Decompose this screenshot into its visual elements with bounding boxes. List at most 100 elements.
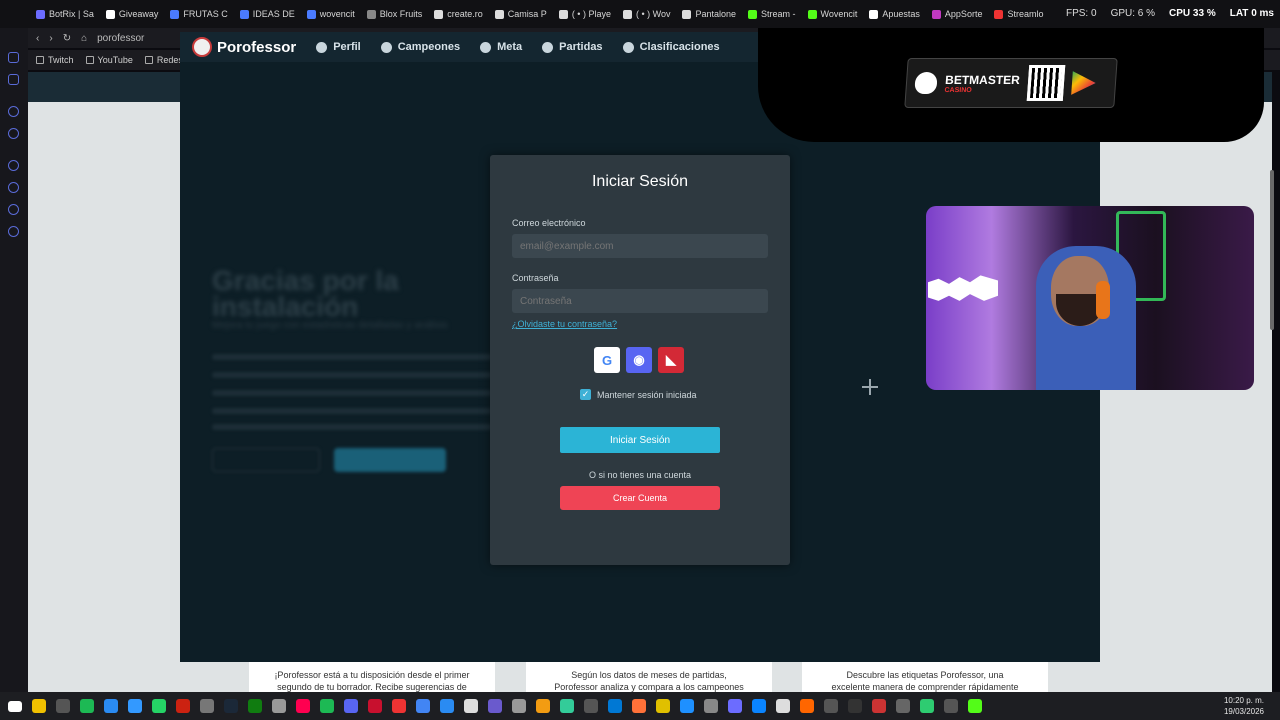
taskbar-app-icon[interactable] [608, 699, 622, 713]
taskbar-app-icon[interactable] [272, 699, 286, 713]
play-icon[interactable] [8, 160, 19, 171]
headphones [1096, 281, 1110, 319]
taskbar-app-icon[interactable] [512, 699, 526, 713]
porofessor-logo[interactable]: Porofessor [192, 37, 296, 57]
latency-stat: LAT 0 ms [1229, 8, 1274, 19]
browser-tab[interactable]: Pantalone [676, 0, 742, 28]
taskbar-app-icon[interactable] [680, 699, 694, 713]
taskbar-app-icon[interactable] [416, 699, 430, 713]
taskbar-app-icon[interactable] [920, 699, 934, 713]
windows-start-icon[interactable] [8, 700, 22, 712]
taskbar-app-icon[interactable] [104, 699, 118, 713]
perf-stats: FPS: 0 GPU: 6 % CPU 33 % LAT 0 ms [1066, 8, 1274, 19]
bookmark-icon [36, 56, 44, 64]
browser-tab[interactable]: ( • ) Playe [553, 0, 617, 28]
login-button[interactable]: Iniciar Sesión [560, 427, 720, 453]
create-account-button[interactable]: Crear Cuenta [560, 486, 720, 510]
taskbar-app-icon[interactable] [824, 699, 838, 713]
checkbox-checked-icon[interactable]: ✓ [580, 389, 591, 400]
taskbar-app-icon[interactable] [632, 699, 646, 713]
address-url[interactable]: porofessor [97, 33, 144, 44]
nav-perfil[interactable]: Perfil [316, 41, 361, 53]
taskbar-app-icon[interactable] [32, 699, 46, 713]
nav-partidas[interactable]: Partidas [542, 41, 603, 53]
google-icon: G [601, 352, 613, 368]
taskbar-app-icon[interactable] [848, 699, 862, 713]
password-field[interactable] [512, 289, 768, 313]
taskbar-app-icon[interactable] [872, 699, 886, 713]
browser-tab[interactable]: IDEAS DE [234, 0, 301, 28]
taskbar-app-icon[interactable] [488, 699, 502, 713]
email-field[interactable] [512, 234, 768, 258]
browser-tab[interactable]: wovencit [301, 0, 361, 28]
browser-tab[interactable]: Apuestas [863, 0, 926, 28]
taskbar-app-icon[interactable] [200, 699, 214, 713]
chat-icon[interactable] [8, 74, 19, 85]
taskbar-app-icon[interactable] [968, 699, 982, 713]
nav-meta[interactable]: Meta [480, 41, 522, 53]
extension-icon[interactable] [8, 52, 19, 63]
browser-tab[interactable]: AppSorte [926, 0, 989, 28]
system-clock[interactable]: 10:20 p. m. 19/03/2026 [1224, 695, 1264, 717]
feature-card-stats: Según los datos de meses de partidas, Po… [526, 661, 772, 692]
message-icon[interactable] [8, 204, 19, 215]
taskbar-app-icon[interactable] [560, 699, 574, 713]
back-icon[interactable]: ‹ [36, 33, 39, 44]
taskbar-app-icon[interactable] [320, 699, 334, 713]
tab-favicon-icon [558, 9, 568, 19]
browser-tab[interactable]: BotRix | Sa [30, 0, 100, 28]
taskbar-app-icon[interactable] [464, 699, 478, 713]
taskbar-app-icon[interactable] [296, 699, 310, 713]
forward-icon[interactable]: › [49, 33, 52, 44]
forgot-password-link[interactable]: ¿Olvidaste tu contraseña? [512, 319, 617, 329]
taskbar-app-icon[interactable] [656, 699, 670, 713]
bookmark-youtube[interactable]: YouTube [85, 55, 133, 65]
card-text: segundo de tu borrador. Recibe sugerenci… [277, 682, 467, 692]
taskbar-app-icon[interactable] [896, 699, 910, 713]
taskbar-app-icon[interactable] [224, 699, 238, 713]
user-icon [316, 41, 328, 53]
taskbar-app-icon[interactable] [776, 699, 790, 713]
taskbar-app-icon[interactable] [440, 699, 454, 713]
taskbar-app-icon[interactable] [704, 699, 718, 713]
taskbar-app-icon[interactable] [752, 699, 766, 713]
settings-icon[interactable] [8, 226, 19, 237]
taskbar-app-icon[interactable] [80, 699, 94, 713]
taskbar-app-icon[interactable] [392, 699, 406, 713]
taskbar-app-icon[interactable] [944, 699, 958, 713]
riot-login-button[interactable]: ◣ [658, 347, 684, 373]
taskbar-app-icon[interactable] [536, 699, 550, 713]
clock-icon[interactable] [8, 182, 19, 193]
nav-clasificaciones[interactable]: Clasificaciones [622, 41, 720, 53]
riot-icon: ◣ [666, 352, 676, 367]
taskbar-app-icon[interactable] [344, 699, 358, 713]
history-icon[interactable] [8, 128, 19, 139]
taskbar-app-icon[interactable] [584, 699, 598, 713]
bookmark-twitch[interactable]: Twitch [36, 55, 74, 65]
nav-campeones[interactable]: Campeones [380, 41, 460, 53]
browser-tab[interactable]: Camisa P [489, 0, 553, 28]
browser-tab[interactable]: FRUTAS C [164, 0, 233, 28]
taskbar-app-icon[interactable] [368, 699, 382, 713]
reload-icon[interactable]: ↻ [63, 33, 71, 44]
taskbar-app-icon[interactable] [176, 699, 190, 713]
taskbar-app-icon[interactable] [128, 699, 142, 713]
browser-tab[interactable]: Giveaway [100, 0, 165, 28]
taskbar-app-icon[interactable] [248, 699, 262, 713]
browser-tab[interactable]: Blox Fruits [361, 0, 429, 28]
browser-tab[interactable]: ( • ) Wov [617, 0, 676, 28]
taskbar-app-icon[interactable] [56, 699, 70, 713]
taskbar-app-icon[interactable] [728, 699, 742, 713]
browser-tab[interactable]: Stream - [742, 0, 802, 28]
bookmark-redes[interactable]: Redes [144, 55, 183, 65]
taskbar-app-icon[interactable] [800, 699, 814, 713]
remember-me[interactable]: ✓ Mantener sesión iniciada [580, 389, 697, 400]
browser-tab[interactable]: Wovencit [802, 0, 864, 28]
discord-login-button[interactable]: ◉ [626, 347, 652, 373]
browser-tab[interactable]: Streamlo [988, 0, 1049, 28]
taskbar-app-icon[interactable] [152, 699, 166, 713]
google-login-button[interactable]: G [594, 347, 620, 373]
scrollbar[interactable] [1270, 170, 1274, 330]
shuffle-icon[interactable] [8, 106, 19, 117]
browser-tab[interactable]: create.ro [428, 0, 489, 28]
